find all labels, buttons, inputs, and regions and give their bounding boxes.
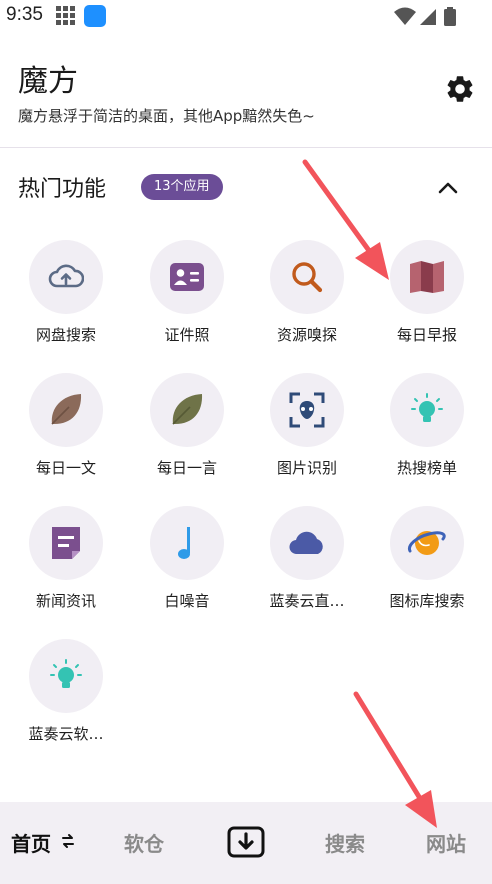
icon-circle <box>29 240 103 314</box>
battery-icon <box>444 7 456 26</box>
scan-icon <box>289 392 325 428</box>
feature-item-resource-sniff[interactable]: 资源嗅探 <box>246 240 368 360</box>
icon-circle <box>150 506 224 580</box>
icon-circle <box>150 240 224 314</box>
feature-item-morning-news[interactable]: 每日早报 <box>366 240 488 360</box>
icon-circle <box>390 240 464 314</box>
feature-label: 每日早报 <box>396 326 457 344</box>
nav-software[interactable]: 软仓 <box>124 828 164 857</box>
feature-label: 每日一文 <box>35 459 96 477</box>
bottom-nav: 首页 软仓 搜索 网站 <box>0 802 492 884</box>
feature-item-news[interactable]: 新闻资讯 <box>5 506 127 626</box>
cloud-upload-icon <box>48 264 84 288</box>
chevron-up-icon[interactable] <box>436 177 460 197</box>
lightbulb-icon <box>411 393 443 422</box>
status-time: 9:35 <box>6 4 43 25</box>
feature-label: 蓝奏云直… <box>269 592 345 610</box>
planet-icon <box>408 531 446 555</box>
feature-label: 网盘搜索 <box>35 326 96 344</box>
signal-icon <box>420 9 436 25</box>
gear-icon[interactable] <box>444 73 476 105</box>
leaf-brown-icon <box>51 394 82 425</box>
feature-label: 白噪音 <box>164 592 210 610</box>
feature-label: 图片识别 <box>276 459 337 477</box>
page-title: 魔方 <box>18 64 78 99</box>
nav-sites[interactable]: 网站 <box>426 828 466 857</box>
swap-icon[interactable] <box>61 832 75 850</box>
feature-item-icon-search[interactable]: 图标库搜索 <box>366 506 488 626</box>
icon-circle <box>270 373 344 447</box>
section-title: 热门功能 <box>18 177 107 202</box>
feature-item-daily-quote[interactable]: 每日一言 <box>126 373 248 493</box>
app-count-badge: 13个应用 <box>141 174 223 200</box>
feature-label: 资源嗅探 <box>276 326 337 344</box>
cloud-icon <box>289 531 323 555</box>
icon-circle <box>150 373 224 447</box>
feature-label: 证件照 <box>164 326 210 344</box>
icon-circle <box>29 639 103 713</box>
nav-search[interactable]: 搜索 <box>325 828 365 857</box>
feature-item-daily-article[interactable]: 每日一文 <box>5 373 127 493</box>
wifi-icon <box>394 7 416 25</box>
book-icon <box>410 261 444 293</box>
feature-item-id-photo[interactable]: 证件照 <box>126 240 248 360</box>
feature-label: 图标库搜索 <box>389 592 465 610</box>
app-notification-icon <box>84 5 106 27</box>
lightbulb-teal-icon <box>50 659 82 688</box>
document-icon <box>52 527 80 559</box>
app-header: 魔方 魔方悬浮于简洁的桌面，其他App黯然失色~ <box>0 32 492 148</box>
icon-circle <box>29 373 103 447</box>
download-icon[interactable] <box>227 826 265 858</box>
nav-home[interactable]: 首页 <box>11 828 51 857</box>
magnifier-icon <box>292 262 323 293</box>
feature-label: 蓝奏云软… <box>28 725 104 743</box>
feature-label: 新闻资讯 <box>35 592 96 610</box>
feature-label: 热搜榜单 <box>396 459 457 477</box>
feature-item-cloud-search[interactable]: 网盘搜索 <box>5 240 127 360</box>
icon-circle <box>390 506 464 580</box>
feature-item-hot-search[interactable]: 热搜榜单 <box>366 373 488 493</box>
grid-icon <box>56 6 75 25</box>
music-note-icon <box>178 527 190 559</box>
icon-circle <box>390 373 464 447</box>
status-icons <box>394 7 456 26</box>
feature-item-lanzou-direct[interactable]: 蓝奏云直… <box>246 506 368 626</box>
page-subtitle: 魔方悬浮于简洁的桌面，其他App黯然失色~ <box>18 107 315 125</box>
feature-label: 每日一言 <box>156 459 217 477</box>
icon-circle <box>270 506 344 580</box>
status-bar: 9:35 <box>0 0 492 32</box>
feature-item-white-noise[interactable]: 白噪音 <box>126 506 248 626</box>
icon-circle <box>29 506 103 580</box>
leaf-olive-icon <box>172 394 203 425</box>
feature-item-image-recognition[interactable]: 图片识别 <box>246 373 368 493</box>
id-card-icon <box>170 263 204 291</box>
feature-item-lanzou-software[interactable]: 蓝奏云软… <box>5 639 127 759</box>
icon-circle <box>270 240 344 314</box>
